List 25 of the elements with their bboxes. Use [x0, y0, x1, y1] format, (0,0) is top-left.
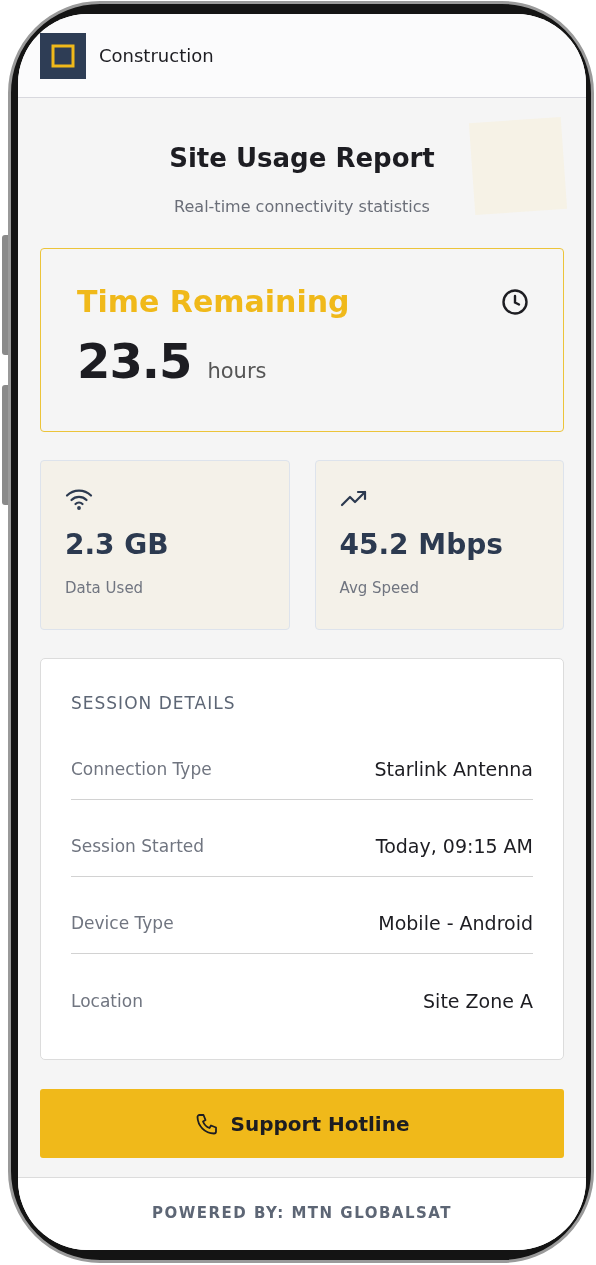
detail-label: Device Type [71, 913, 174, 933]
logo-icon [40, 32, 86, 79]
detail-value: Mobile - Android [378, 912, 533, 934]
clock-icon [501, 288, 529, 316]
brand-name: Construction [99, 45, 214, 66]
time-unit: hours [207, 359, 267, 383]
card-title: Time Remaining [77, 283, 350, 321]
support-button[interactable]: Support Hotline [40, 1089, 564, 1158]
detail-value: Site Zone A [423, 989, 533, 1012]
detail-label: Connection Type [71, 759, 212, 779]
detail-value: Starlink Antenna [374, 758, 533, 780]
time-value: 23.5 [77, 332, 192, 391]
stat-label: Avg Speed [339, 579, 420, 597]
stat-value: 45.2 Mbps [339, 527, 503, 563]
page-subtitle: Real-time connectivity statistics [173, 196, 431, 218]
detail-label: Location [71, 990, 143, 1011]
footer-text: POWERED BY: MTN GLOBALSAT [152, 1204, 452, 1222]
wifi-icon [65, 487, 93, 511]
detail-value: Today, 09:15 AM [375, 835, 533, 857]
stat-label: Data Used [65, 579, 144, 597]
section-heading: SESSION DETAILS [71, 693, 237, 713]
stat-value: 2.3 GB [65, 527, 169, 563]
phone-icon [194, 1111, 219, 1136]
page-title: Site Usage Report [168, 142, 436, 175]
detail-label: Session Started [71, 836, 205, 856]
